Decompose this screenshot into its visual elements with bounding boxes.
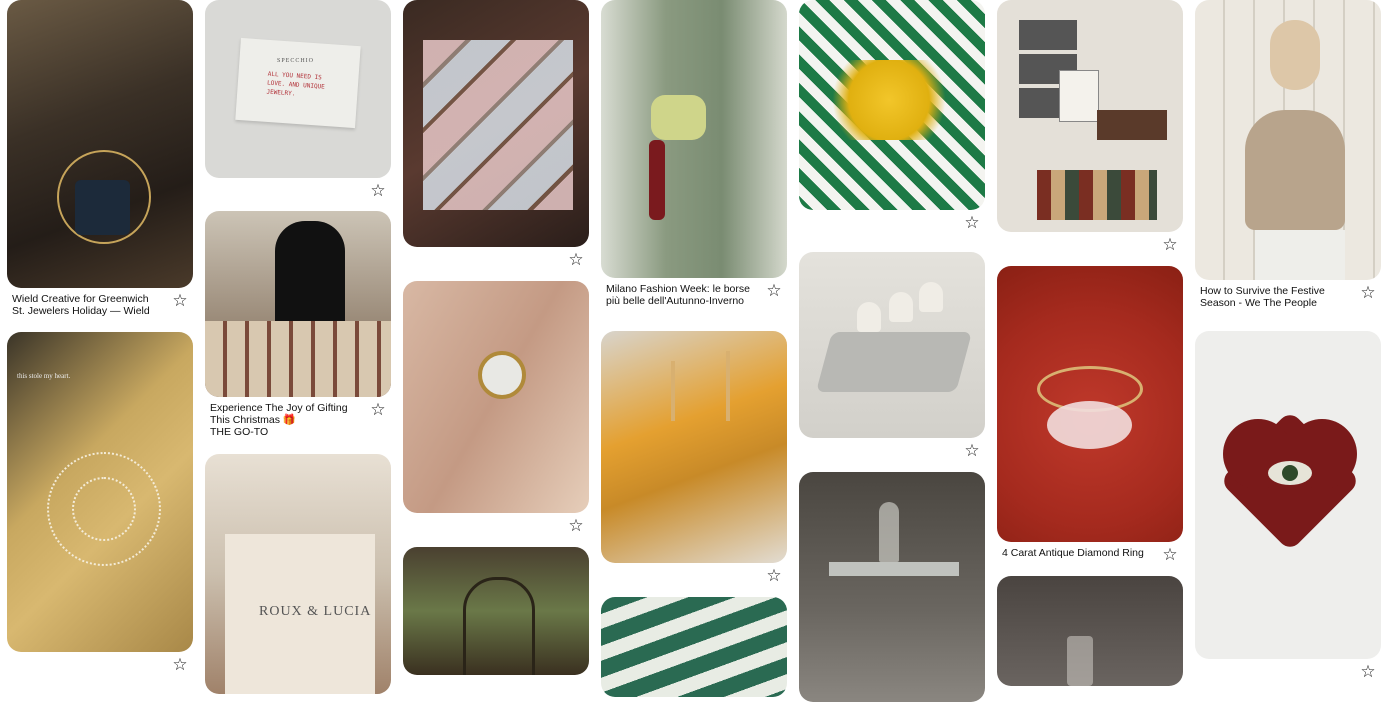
star-outline-icon[interactable]: ☆ — [1161, 546, 1179, 564]
pin-image-crystal-glasses[interactable] — [997, 576, 1183, 686]
pin-column-7: How to Survive the Festive Season - We T… — [1195, 0, 1381, 687]
pin-image-ice-glasses[interactable] — [799, 472, 985, 702]
pin-source[interactable]: THE GO-TO — [210, 426, 268, 438]
pin-image-marigold-table[interactable] — [601, 331, 787, 563]
pin-card[interactable]: ROUX & LUCIA — [205, 454, 391, 694]
pin-card[interactable]: ☆ — [997, 0, 1183, 260]
pin-image-bakery-storefront[interactable]: ROUX & LUCIA — [205, 454, 391, 694]
envelope-brand: SPECCHIO — [277, 58, 315, 64]
pin-card[interactable] — [799, 472, 985, 702]
star-outline-icon[interactable]: ☆ — [1359, 284, 1377, 302]
pin-column-6: ☆ 4 Carat Antique Diamond Ring ☆ — [997, 0, 1183, 686]
pin-title[interactable]: 4 Carat Antique Diamond Ring — [1002, 547, 1154, 559]
pin-column-2: SPECCHIO ALL YOU NEED IS LOVE. AND UNIQU… — [205, 0, 391, 694]
pin-image-pearl-box[interactable]: this stole my heart. — [7, 332, 193, 652]
pin-title[interactable]: Milano Fashion Week: le borse più belle … — [606, 283, 758, 307]
storefront-sign: ROUX & LUCIA — [259, 604, 372, 619]
pin-title[interactable]: Wield Creative for Greenwich St. Jeweler… — [12, 293, 164, 317]
pin-card[interactable]: ☆ — [799, 0, 985, 238]
pin-card[interactable] — [601, 597, 787, 697]
pin-image-tuxedo-dessert[interactable] — [205, 211, 391, 397]
pin-image-ring-hand[interactable] — [403, 281, 589, 513]
star-outline-icon[interactable]: ☆ — [171, 292, 189, 310]
star-outline-icon[interactable]: ☆ — [1161, 236, 1179, 254]
pin-card[interactable]: How to Survive the Festive Season - We T… — [1195, 0, 1381, 324]
star-outline-icon[interactable]: ☆ — [567, 251, 585, 269]
pin-card[interactable]: ☆ — [403, 0, 589, 275]
pin-image-jewelry-display[interactable] — [403, 0, 589, 247]
pin-card[interactable]: ☆ — [1195, 331, 1381, 687]
star-outline-icon[interactable]: ☆ — [1359, 663, 1377, 681]
pin-image-diamond-ring[interactable] — [997, 266, 1183, 542]
pin-image-woman-sweater[interactable] — [1195, 0, 1381, 280]
pin-card[interactable]: ☆ — [601, 331, 787, 591]
pin-column-3: ☆ ☆ — [403, 0, 589, 675]
pin-image-moodboard[interactable] — [997, 0, 1183, 232]
pin-image-green-suit[interactable] — [601, 0, 787, 278]
pin-card[interactable] — [403, 547, 589, 675]
pin-card[interactable]: SPECCHIO ALL YOU NEED IS LOVE. AND UNIQU… — [205, 0, 391, 206]
pin-image-flower-shop[interactable] — [403, 547, 589, 675]
pin-column-1: Wield Creative for Greenwich St. Jeweler… — [7, 0, 193, 680]
star-outline-icon[interactable]: ☆ — [567, 517, 585, 535]
pin-column-4: Milano Fashion Week: le borse più belle … — [601, 0, 787, 697]
star-outline-icon[interactable]: ☆ — [963, 442, 981, 460]
star-outline-icon[interactable]: ☆ — [369, 401, 387, 419]
pin-image-prada-flowers[interactable] — [799, 0, 985, 210]
pin-card[interactable]: ☆ — [799, 252, 985, 466]
pin-title[interactable]: Experience The Joy of Gifting This Chris… — [210, 402, 362, 426]
pin-card[interactable]: Experience The Joy of Gifting This Chris… — [205, 211, 391, 443]
pin-overlay-text: this stole my heart. — [17, 372, 71, 380]
pin-image-envelope[interactable]: SPECCHIO ALL YOU NEED IS LOVE. AND UNIQU… — [205, 0, 391, 178]
star-outline-icon[interactable]: ☆ — [765, 282, 783, 300]
pin-card[interactable]: ☆ — [403, 281, 589, 541]
pin-image-green-cards[interactable] — [601, 597, 787, 697]
star-outline-icon[interactable]: ☆ — [369, 182, 387, 200]
pin-title[interactable]: How to Survive the Festive Season - We T… — [1200, 285, 1352, 309]
star-outline-icon[interactable]: ☆ — [765, 567, 783, 585]
pin-card[interactable] — [997, 576, 1183, 686]
pin-card[interactable]: 4 Carat Antique Diamond Ring ☆ — [997, 266, 1183, 576]
envelope-note: ALL YOU NEED IS LOVE. AND UNIQUE JEWELRY… — [266, 70, 325, 98]
pin-image-caviar-eggs[interactable] — [799, 252, 985, 438]
pin-card[interactable]: Wield Creative for Greenwich St. Jeweler… — [7, 0, 193, 322]
pin-card[interactable]: this stole my heart. ☆ — [7, 332, 193, 680]
pin-image-jeweler-window[interactable] — [7, 0, 193, 288]
star-outline-icon[interactable]: ☆ — [963, 214, 981, 232]
pin-column-5: ☆ ☆ — [799, 0, 985, 702]
star-outline-icon[interactable]: ☆ — [171, 656, 189, 674]
pin-card[interactable]: Milano Fashion Week: le borse più belle … — [601, 0, 787, 324]
pin-image-heart-cake[interactable] — [1195, 331, 1381, 659]
